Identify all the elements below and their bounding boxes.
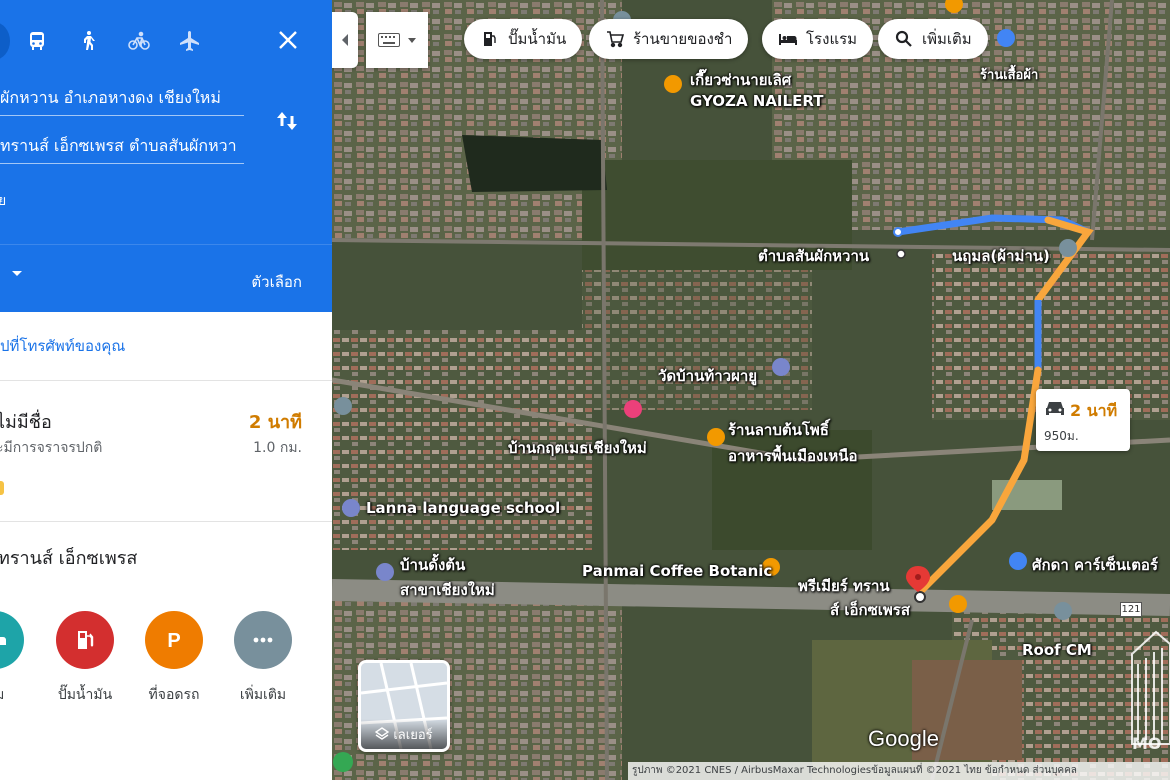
layers-label-row: เลเยอร์ [361, 719, 447, 749]
input-tools-button[interactable] [366, 12, 428, 68]
route-option-card[interactable]: ี่ไม่มีชื่อ 2 นาที ะมีการจราจรปกติ 1.0 ก… [0, 381, 332, 521]
chip-groceries[interactable]: ร้านขายของชำ [589, 19, 749, 59]
nearby-hotel-label: รม [0, 684, 41, 706]
map-label-sakda[interactable]: ศักดา คาร์เซ็นเตอร์ [1032, 553, 1158, 577]
swap-directions-icon[interactable] [272, 106, 302, 136]
chip-more[interactable]: เพิ่มเติม [878, 19, 988, 59]
map-label-gyoza-en[interactable]: GYOZA NAILERT [690, 92, 823, 110]
travel-mode-flight-icon[interactable] [175, 26, 205, 56]
google-logo: Google [868, 726, 939, 751]
travel-mode-transit-icon[interactable] [22, 26, 52, 56]
search-icon [895, 30, 912, 47]
send-to-phone-link[interactable]: ปที่โทรศัพท์ของคุณ [0, 334, 125, 358]
chevron-left-icon [342, 34, 348, 46]
gas-station-icon [78, 631, 94, 649]
chevron-down-icon [408, 37, 416, 43]
collapse-panel-button[interactable] [332, 12, 358, 68]
travel-mode-walking-icon[interactable] [73, 26, 103, 56]
nearby-gas-button[interactable] [56, 611, 114, 669]
route-via-text: ย [0, 193, 7, 209]
chip-label: โรงแรม [806, 30, 858, 48]
directions-panel: ผักหวาน อำเภอหางดง เชียงใหม่ ทรานส์ เอ็ก… [0, 0, 332, 780]
chip-gas-stations[interactable]: ปั๊มน้ำมัน [464, 19, 583, 59]
options-button[interactable]: ตัวเลือก [251, 270, 302, 294]
route-traffic-status: ะมีการจราจรปกติ [0, 440, 103, 456]
callout-duration: 2 นาที [1070, 401, 1118, 420]
map-view[interactable]: เกี๊ยวซ่านายเลิศ GYOZA NAILERT ร้านเสื้อ… [332, 0, 1170, 780]
parking-icon: P [167, 630, 180, 652]
watermark-text: MO [1132, 734, 1162, 753]
keyboard-icon [378, 33, 400, 47]
chip-label: เพิ่มเติม [922, 30, 972, 48]
more-icon [253, 637, 273, 643]
bed-icon [779, 34, 797, 45]
destination-title: ทรานส์ เอ็กซเพรส [0, 548, 138, 569]
nearby-more-button[interactable] [234, 611, 292, 669]
map-label-lap-2[interactable]: อาหารพื้นเมืองเหนือ [728, 444, 858, 468]
gas-station-icon [484, 32, 496, 46]
nearby-more-label: เพิ่มเติม [239, 687, 287, 703]
road-number-badge: 121 [1120, 602, 1142, 617]
car-icon [1046, 402, 1064, 415]
divider [0, 521, 332, 522]
map-label-wat[interactable]: วัดบ้านท้าวผายู [658, 364, 757, 388]
route-distance: 1.0 กม. [253, 440, 302, 456]
close-icon[interactable] [274, 26, 302, 54]
chip-label: ร้านขายของชำ [633, 30, 733, 48]
hotel-icon [0, 637, 6, 645]
nearby-parking-button[interactable]: P [145, 611, 203, 669]
svg-text:P: P [167, 630, 180, 652]
route-duration-callout[interactable]: 2 นาที 950ม. [1036, 389, 1130, 451]
map-label-clothes-shop[interactable]: ร้านเสื้อผ้า [980, 64, 1038, 85]
map-label-bandung-2[interactable]: สาขาเชียงใหม่ [400, 578, 495, 602]
map-attribution[interactable]: รูปภาพ ©2021 CNES / AirbusMaxar Technolo… [628, 762, 1170, 780]
destination-input[interactable]: ทรานส์ เอ็กซเพรส ตำบลสันผักหวา [0, 128, 244, 164]
map-label-naruemon[interactable]: นฤมล(ผ้าม่าน) [952, 244, 1050, 268]
directions-header: ผักหวาน อำเภอหางดง เชียงใหม่ ทรานส์ เอ็ก… [0, 0, 332, 244]
layers-label: เลเยอร์ [393, 727, 433, 743]
travel-mode-cycling-icon[interactable] [124, 26, 154, 56]
map-label-lanna[interactable]: Lanna language school [366, 499, 560, 517]
route-name: ี่ไม่มีชื่อ [0, 412, 52, 433]
map-label-bandung[interactable]: บ้านดั้งต้น [400, 553, 465, 577]
chip-hotels[interactable]: โรงแรม [762, 19, 874, 59]
traffic-color-marker [0, 481, 4, 495]
map-label-sanphakwan[interactable]: ตำบลสันผักหวาน [758, 244, 869, 268]
layers-icon [375, 727, 390, 740]
options-bar: ตัวเลือก [0, 244, 332, 312]
map-label-ban[interactable]: บ้านกฤตเมธเชียงใหม่ [508, 436, 647, 460]
route-duration: 2 นาที [248, 412, 302, 433]
map-label-gyoza[interactable]: เกี๊ยวซ่านายเลิศ [690, 68, 791, 92]
chevron-down-icon[interactable] [12, 271, 22, 276]
nearby-hotel-button[interactable] [0, 611, 24, 669]
travel-mode-driving[interactable] [0, 22, 10, 60]
layers-button[interactable]: เลเยอร์ [358, 660, 450, 752]
nearby-gas-label: ปั๊มน้ำมัน [57, 687, 113, 703]
map-label-lap[interactable]: ร้านลาบต้นโพธิ์ [728, 418, 829, 442]
cart-icon [607, 31, 625, 48]
map-label-premier-2[interactable]: ส์ เอ็กซเพรส [830, 598, 910, 622]
map-label-panmai[interactable]: Panmai Coffee Botanic [582, 562, 772, 580]
origin-input[interactable]: ผักหวาน อำเภอหางดง เชียงใหม่ [0, 80, 244, 116]
chip-label: ปั๊มน้ำมัน [508, 30, 567, 48]
nearby-parking-label: ที่จอดรถ [148, 687, 200, 703]
watermark-logo [1131, 630, 1170, 745]
map-label-roof[interactable]: Roof CM [1022, 641, 1092, 659]
map-label-premier[interactable]: พรีเมียร์ ทราน [798, 574, 890, 598]
callout-distance: 950ม. [1044, 429, 1079, 443]
